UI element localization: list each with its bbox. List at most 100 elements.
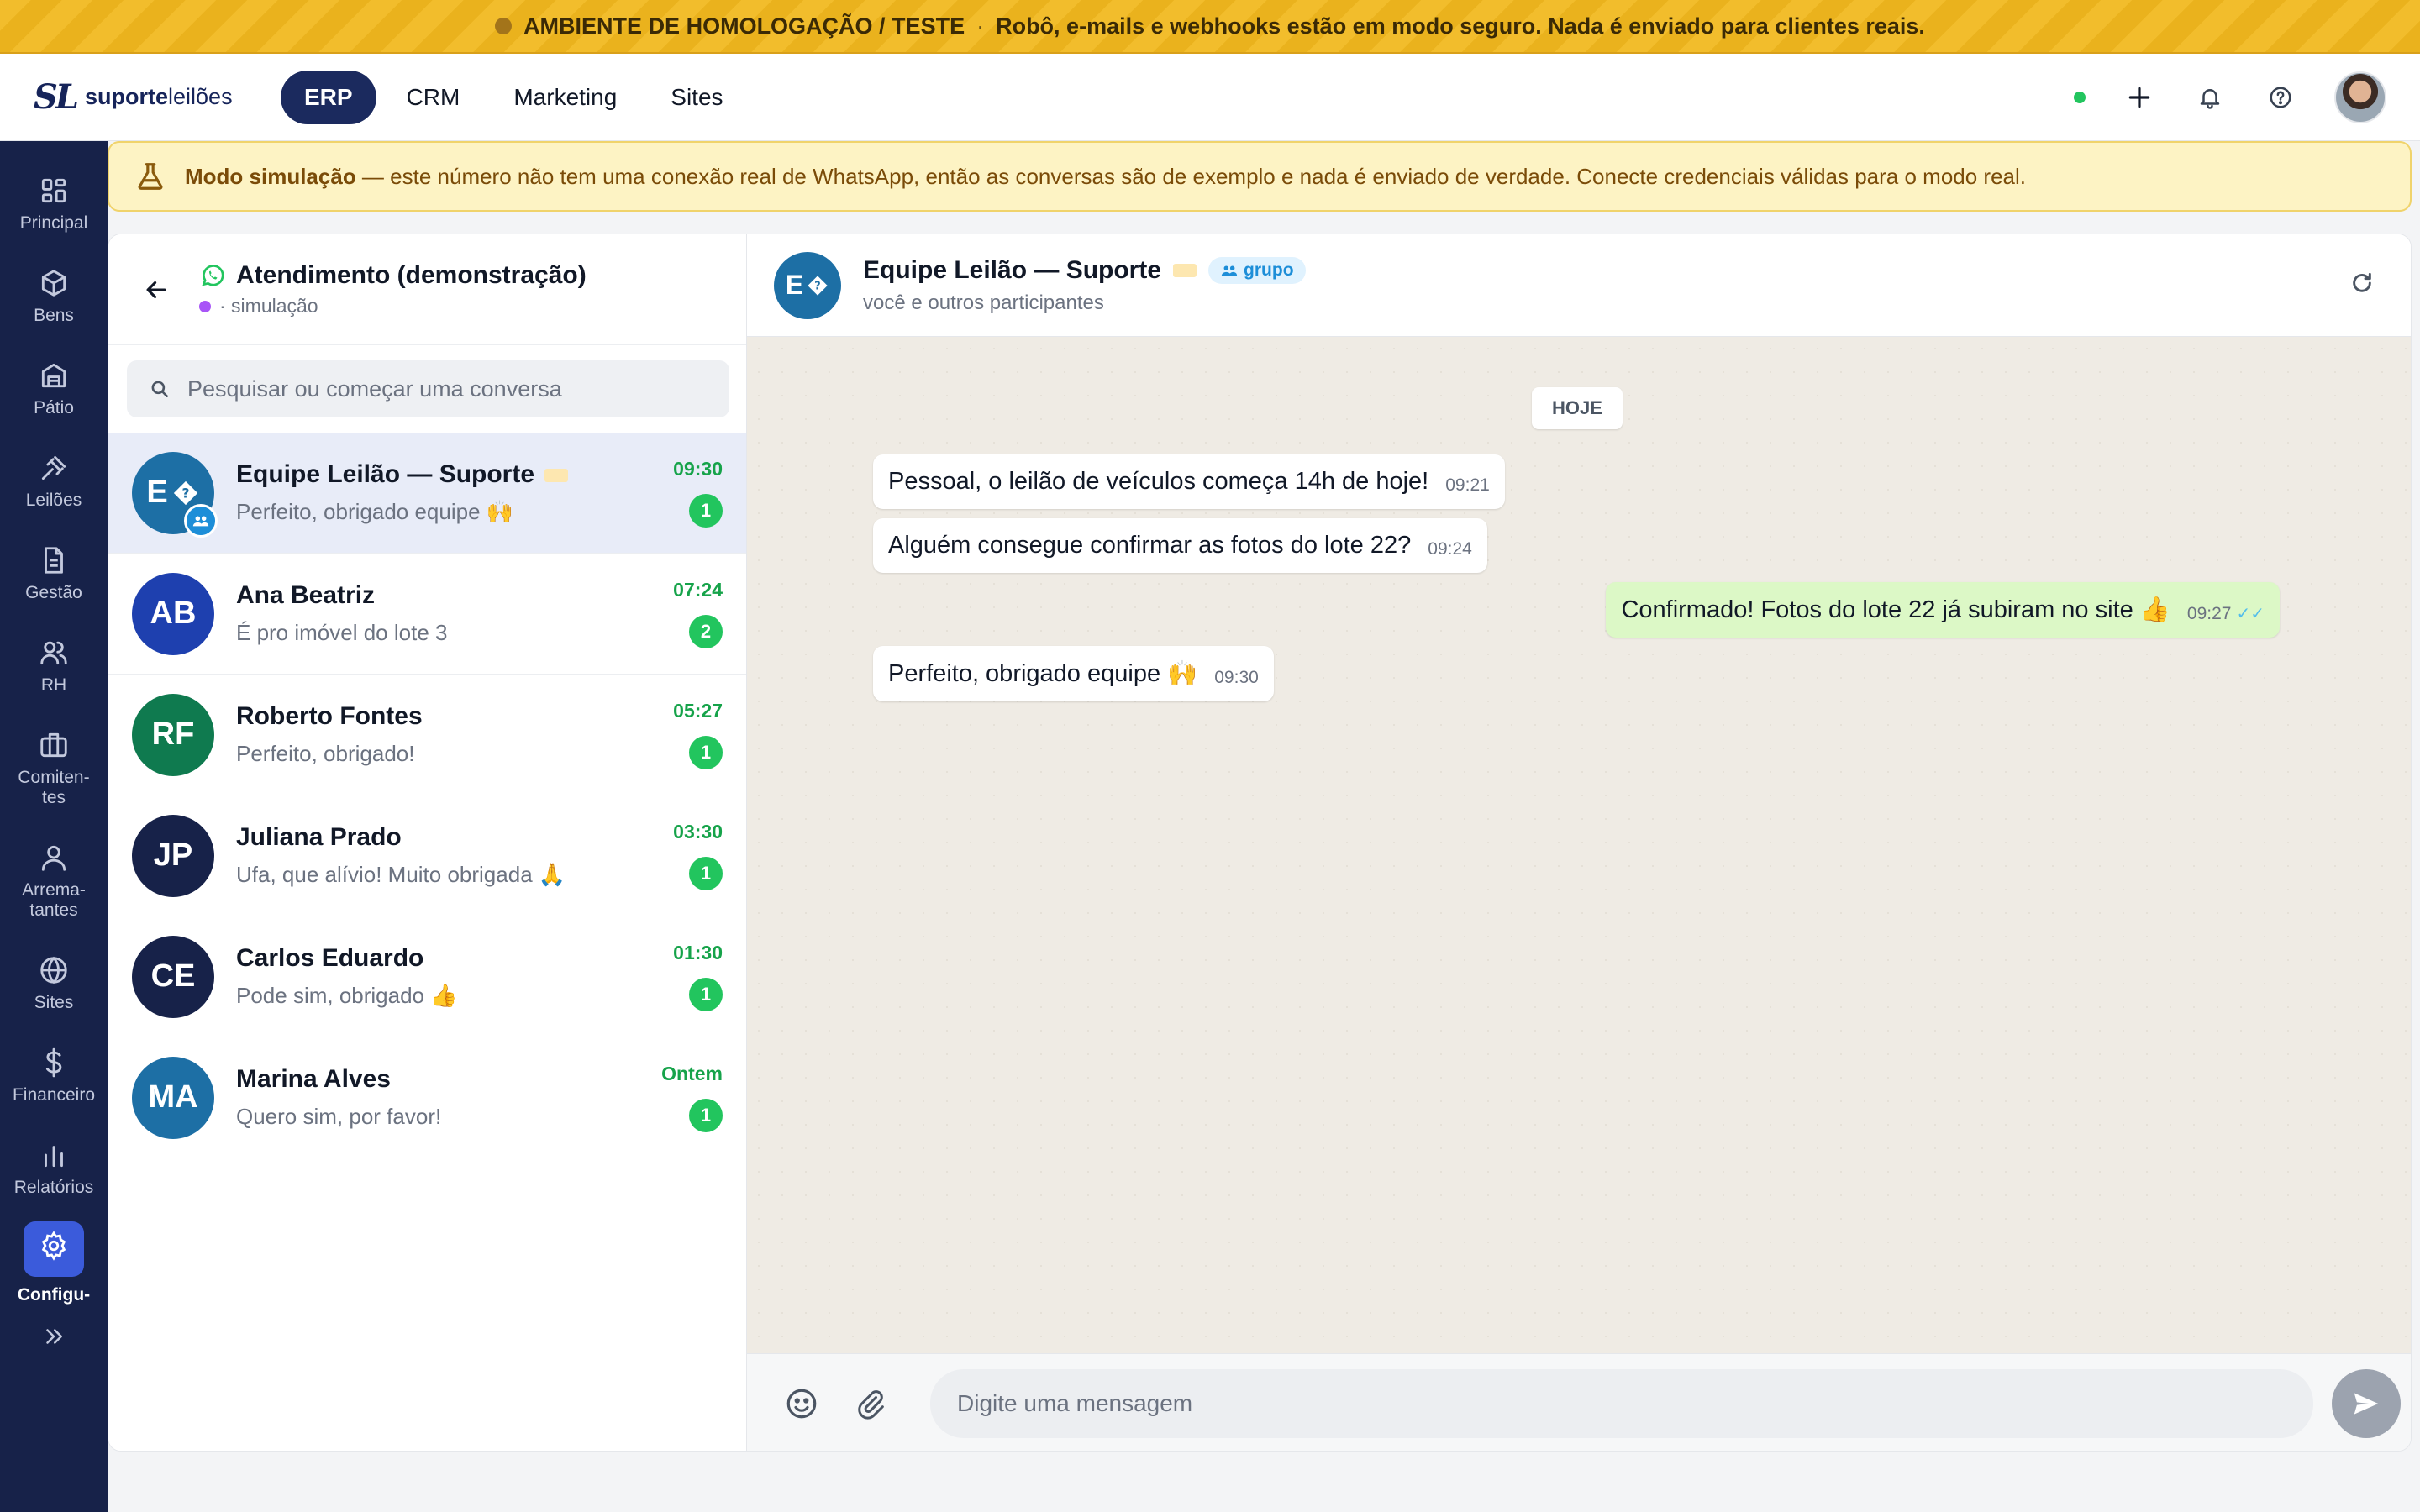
box-icon bbox=[41, 270, 66, 297]
message-outgoing: Confirmado! Fotos do lote 22 já subiram … bbox=[1606, 582, 2280, 638]
simulation-banner-text: Modo simulação — este número não tem uma… bbox=[185, 163, 2027, 189]
refresh-icon[interactable] bbox=[2349, 270, 2375, 301]
message-incoming: Perfeito, obrigado equipe 🙌 09:30 bbox=[873, 646, 1274, 701]
message-input[interactable]: Digite uma mensagem bbox=[930, 1368, 2313, 1438]
attach-icon[interactable] bbox=[853, 1387, 886, 1420]
sidebar-item-label: Arrema- tantes bbox=[22, 880, 86, 920]
back-arrow-icon[interactable] bbox=[142, 276, 171, 304]
unread-badge: 1 bbox=[689, 978, 723, 1011]
conversation-item[interactable]: AB Ana Beatriz É pro imóvel do lote 3 07… bbox=[108, 554, 746, 675]
unread-badge: 1 bbox=[689, 1099, 723, 1132]
tab-erp[interactable]: ERP bbox=[281, 70, 376, 124]
conversation-item[interactable]: RF Roberto Fontes Perfeito, obrigado! 05… bbox=[108, 675, 746, 795]
gavel-icon bbox=[41, 455, 66, 480]
conversation-item[interactable]: E ? Equipe Leilão — Suporte Perfeito, ob… bbox=[108, 433, 746, 554]
sidebar-item-label: Leilões bbox=[25, 491, 82, 510]
conversation-item[interactable]: CE Carlos Eduardo Pode sim, obrigado 👍 0… bbox=[108, 916, 746, 1037]
conversation-list-pane: Atendimento (demonstração) · simulação P… bbox=[108, 234, 747, 1451]
conversation-name: Ana Beatriz bbox=[236, 581, 376, 609]
conversation-avatar: AB bbox=[132, 572, 214, 655]
sidebar-expand-button[interactable] bbox=[0, 1324, 108, 1356]
sidebar-item-bens[interactable]: Bens bbox=[0, 267, 108, 326]
group-tag: grupo bbox=[1208, 256, 1306, 284]
tab-sites[interactable]: Sites bbox=[647, 71, 746, 124]
unread-badge: 1 bbox=[689, 494, 723, 528]
message-input-placeholder: Digite uma mensagem bbox=[957, 1389, 1193, 1416]
message-time: 09:27 ✓✓ bbox=[2186, 604, 2265, 623]
environment-message: Robô, e-mails e webhooks estão em modo s… bbox=[996, 13, 1925, 39]
sidebar-item-label: Pátio bbox=[34, 398, 74, 417]
send-icon bbox=[2354, 1392, 2379, 1415]
dollar-icon bbox=[45, 1047, 62, 1078]
svg-text:?: ? bbox=[182, 486, 189, 501]
sidebar-item-comitentes[interactable]: Comiten- tes bbox=[0, 729, 108, 808]
conversation-preview: Perfeito, obrigado equipe 🙌 bbox=[236, 499, 514, 524]
users-icon bbox=[40, 641, 67, 665]
sidebar-item-arrematantes[interactable]: Arrema- tantes bbox=[0, 842, 108, 921]
conversation-name: Marina Alves bbox=[236, 1065, 391, 1093]
conversation-item[interactable]: MA Marina Alves Quero sim, por favor! On… bbox=[108, 1037, 746, 1158]
bell-icon[interactable] bbox=[2193, 81, 2227, 114]
grid-icon bbox=[41, 178, 66, 203]
user-avatar[interactable] bbox=[2334, 71, 2386, 123]
group-icon bbox=[184, 503, 218, 538]
diamond-question-icon: ? bbox=[808, 275, 828, 296]
plus-icon[interactable] bbox=[2123, 81, 2156, 114]
logo-text: suporteleilões bbox=[85, 84, 233, 109]
send-button[interactable] bbox=[2332, 1368, 2401, 1438]
help-icon[interactable] bbox=[2264, 81, 2297, 114]
sidebar-item-gestao[interactable]: Gestão bbox=[0, 544, 108, 603]
message-area: HOJE Pessoal, o leilão de veículos começ… bbox=[747, 337, 2411, 1353]
environment-title: AMBIENTE DE HOMOLOGAÇÃO / TESTE bbox=[523, 13, 965, 39]
message-composer: Digite uma mensagem bbox=[747, 1353, 2411, 1451]
conversation-avatar: JP bbox=[132, 814, 214, 897]
group-icon bbox=[1221, 265, 1238, 276]
warehouse-icon bbox=[41, 363, 66, 388]
chat-header: E ? Equipe Leilão — Suporte grupo você e… bbox=[747, 234, 2411, 337]
inbox-title: Atendimento (demonstração) bbox=[236, 261, 587, 289]
conversation-item[interactable]: JP Juliana Prado Ufa, que alívio! Muito … bbox=[108, 795, 746, 916]
conversation-time: 05:27 bbox=[673, 700, 723, 722]
logo-mark: SL bbox=[34, 77, 79, 117]
sidebar-item-label: Gestão bbox=[25, 583, 82, 602]
label-tag-icon bbox=[1173, 263, 1197, 277]
conversation-time: 07:24 bbox=[673, 579, 723, 601]
search-icon bbox=[151, 381, 168, 397]
tab-marketing[interactable]: Marketing bbox=[490, 71, 640, 124]
conversation-avatar: E ? bbox=[132, 451, 218, 538]
conversation-avatar: RF bbox=[132, 693, 214, 776]
search-input[interactable]: Pesquisar ou começar uma conversa bbox=[127, 360, 729, 417]
message-incoming: Alguém consegue confirmar as fotos do lo… bbox=[873, 518, 1487, 573]
conversation-name: Carlos Eduardo bbox=[236, 944, 424, 972]
sidebar-item-rh[interactable]: RH bbox=[0, 637, 108, 696]
sidebar-item-financeiro[interactable]: Financeiro bbox=[0, 1047, 108, 1105]
sidebar-item-label: Configu- bbox=[17, 1285, 91, 1305]
sidebar-item-leiloes[interactable]: Leilões bbox=[0, 452, 108, 511]
chat-subtitle: você e outros participantes bbox=[863, 291, 1104, 314]
sidebar-item-patio[interactable]: Pátio bbox=[0, 360, 108, 418]
emoji-icon[interactable] bbox=[784, 1386, 819, 1421]
module-tabs: ERP CRM Marketing Sites bbox=[281, 70, 747, 124]
conversation-avatar: CE bbox=[132, 935, 214, 1018]
environment-separator: · bbox=[976, 13, 985, 39]
chat-avatar[interactable]: E ? bbox=[774, 251, 841, 319]
message-time: 09:21 bbox=[1445, 475, 1490, 495]
conversation-name: Juliana Prado bbox=[236, 823, 402, 851]
top-header: SL suporteleilões ERP CRM Marketing Site… bbox=[0, 54, 2420, 141]
logo[interactable]: SL suporteleilões bbox=[34, 77, 244, 117]
message-text: Pessoal, o leilão de veículos começa 14h… bbox=[888, 468, 1429, 495]
user-icon bbox=[41, 845, 66, 871]
search-placeholder: Pesquisar ou começar uma conversa bbox=[187, 375, 562, 402]
sidebar-item-label: Financeiro bbox=[12, 1085, 96, 1105]
sidebar-item-sites[interactable]: Sites bbox=[0, 954, 108, 1013]
conversation-time: 09:30 bbox=[673, 458, 723, 480]
whatsapp-card: Atendimento (demonstração) · simulação P… bbox=[108, 234, 2412, 1452]
tab-crm[interactable]: CRM bbox=[383, 71, 484, 124]
sidebar-item-relatorios[interactable]: Relatórios bbox=[0, 1139, 108, 1198]
sidebar-item-configuracoes[interactable]: Configu- bbox=[0, 1221, 108, 1305]
sidebar-item-principal[interactable]: Principal bbox=[0, 175, 108, 234]
conversation-preview: Pode sim, obrigado 👍 bbox=[236, 983, 458, 1008]
sidebar-item-label: Comiten- tes bbox=[18, 768, 90, 807]
double-chevron-right-icon bbox=[46, 1329, 62, 1344]
simulation-status-dot bbox=[199, 300, 211, 312]
